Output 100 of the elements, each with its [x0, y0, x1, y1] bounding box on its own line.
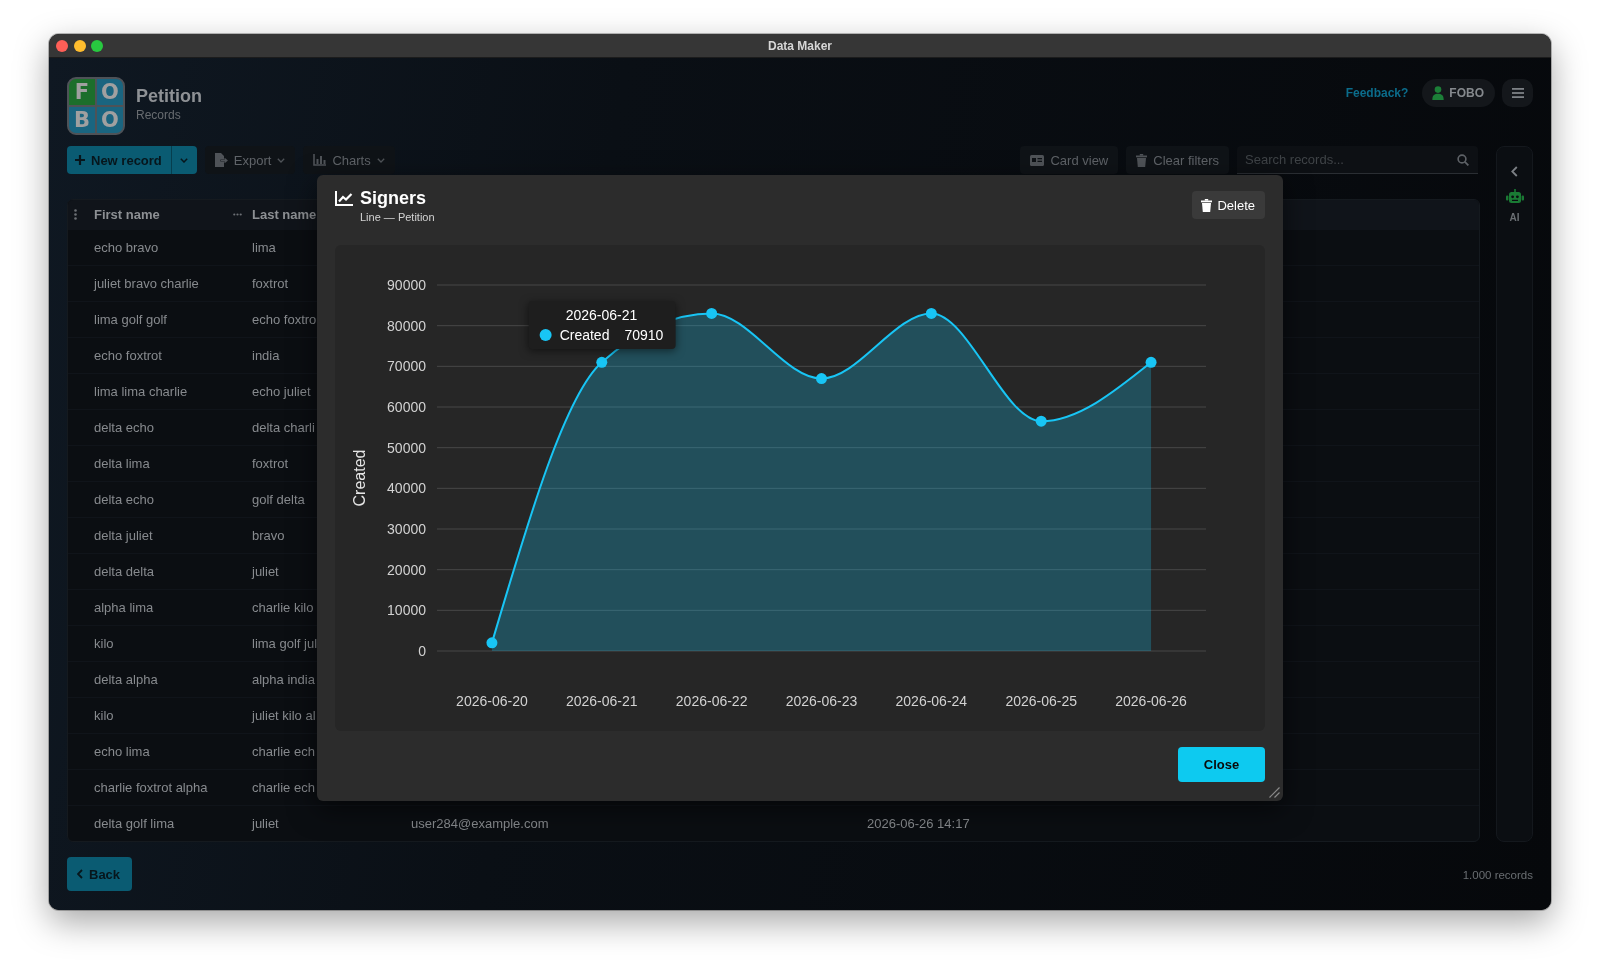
new-record-button[interactable]: New record — [67, 146, 171, 174]
logo-letter: O — [97, 79, 123, 105]
page-title: Petition — [136, 85, 202, 107]
data-point[interactable] — [925, 307, 937, 319]
logo-letter: F — [69, 79, 95, 105]
page-subtitle: Records — [136, 107, 181, 123]
data-point[interactable] — [1035, 415, 1047, 427]
y-tick-label: 70000 — [387, 358, 426, 375]
logo-letter: B — [69, 107, 95, 133]
back-button[interactable]: Back — [67, 857, 133, 891]
x-tick-label: 2026-06-26 — [1115, 693, 1187, 709]
y-tick-label: 0 — [418, 643, 426, 659]
y-axis-title: Created — [350, 449, 368, 507]
y-tick-label: 10000 — [387, 602, 426, 619]
x-tick-label: 2026-06-25 — [1005, 693, 1078, 709]
feedback-link[interactable]: Feedback? — [1345, 86, 1409, 100]
table-cell: echo juliet — [252, 384, 311, 399]
table-cell: echo lima — [94, 744, 150, 759]
y-tick-label: 30000 — [387, 521, 426, 537]
menu-icon — [1511, 88, 1524, 98]
drag-handle-icon[interactable] — [74, 209, 77, 220]
table-cell: juliet — [252, 816, 279, 831]
window-title: Data Maker — [768, 38, 832, 53]
x-tick-label: 2026-06-20 — [456, 693, 528, 709]
card-view-button[interactable]: Card view — [1020, 146, 1119, 174]
file-export-icon — [214, 153, 228, 167]
table-cell: lima golf golf — [94, 312, 167, 327]
caret-down-icon — [180, 157, 189, 163]
line-chart-icon — [335, 190, 353, 206]
table-cell: lima lima charlie — [94, 384, 188, 399]
x-tick-label: 2026-06-21 — [565, 693, 638, 709]
table-cell: charlie foxtrot alpha — [94, 780, 208, 795]
tooltip-value: 70910 — [624, 327, 664, 343]
table-cell: delta lima — [94, 456, 150, 471]
data-point[interactable] — [596, 356, 608, 368]
table-cell: juliet kilo al — [252, 708, 316, 723]
table-cell: delta charli — [252, 420, 315, 435]
data-point[interactable] — [1145, 356, 1157, 368]
window-minimize-icon[interactable] — [73, 39, 86, 52]
table-cell: foxtrot — [252, 456, 289, 471]
data-point[interactable] — [486, 637, 498, 649]
ai-label: AI — [1509, 212, 1520, 223]
resize-grip-icon[interactable] — [1269, 787, 1280, 798]
table-cell: charlie ech — [252, 744, 315, 759]
delete-button[interactable]: Delete — [1192, 191, 1265, 219]
trash-icon — [1136, 153, 1148, 167]
chevron-left-icon[interactable] — [1511, 166, 1518, 177]
y-tick-label: 80000 — [387, 317, 426, 334]
table-cell: lima golf jul — [252, 636, 318, 651]
y-tick-label: 50000 — [387, 439, 426, 456]
charts-button[interactable]: Charts — [303, 146, 395, 174]
export-button[interactable]: Export — [204, 146, 296, 174]
tooltip-title: 2026-06-21 — [565, 307, 638, 323]
robot-icon[interactable] — [1505, 189, 1524, 205]
x-tick-label: 2026-06-22 — [675, 693, 748, 709]
y-tick-label: 90000 — [387, 277, 426, 293]
table-cell: charlie ech — [252, 780, 315, 795]
data-point[interactable] — [816, 373, 827, 385]
y-tick-label: 60000 — [387, 399, 426, 415]
table-cell: kilo — [94, 636, 114, 651]
table-cell: delta echo — [94, 420, 154, 435]
table-cell: alpha india — [252, 672, 315, 687]
record-count: 1.000 records — [1462, 869, 1533, 881]
table-cell: echo foxtrot — [94, 348, 162, 363]
table-cell: golf delta — [252, 492, 305, 507]
person-icon — [1432, 86, 1445, 100]
table-cell: delta alpha — [94, 672, 158, 687]
more-icon[interactable] — [233, 213, 242, 216]
table-cell: juliet — [252, 564, 279, 579]
logo-letter: O — [97, 107, 123, 133]
menu-button[interactable] — [1502, 79, 1533, 107]
close-button[interactable]: Close — [1178, 747, 1265, 782]
user-button[interactable]: FOBO — [1422, 79, 1495, 107]
column-header[interactable]: First name — [94, 207, 160, 222]
clear-filters-button[interactable]: Clear filters — [1126, 146, 1229, 174]
table-cell: echo bravo — [94, 240, 159, 255]
chevron-left-icon — [77, 869, 83, 879]
window-zoom-icon[interactable] — [91, 39, 103, 52]
table-cell: user284@example.com — [411, 816, 549, 831]
table-cell: alpha lima — [94, 600, 154, 615]
dialog-subtitle: Line — Petition — [360, 211, 435, 223]
window-close-icon[interactable] — [56, 39, 68, 52]
table-cell: bravo — [252, 528, 285, 543]
x-tick-label: 2026-06-23 — [785, 693, 858, 709]
caret-down-icon — [376, 157, 385, 163]
caret-down-icon — [277, 157, 286, 163]
bar-chart-icon — [313, 154, 327, 166]
plus-icon — [75, 155, 85, 165]
y-tick-label: 40000 — [387, 480, 426, 497]
table-cell: foxtrot — [252, 276, 289, 291]
data-point[interactable] — [706, 307, 718, 319]
table-cell: delta echo — [94, 492, 154, 507]
column-header[interactable]: Last name — [252, 207, 317, 222]
tooltip-label: Created — [559, 327, 610, 343]
table-cell: juliet bravo charlie — [94, 276, 199, 291]
dialog-title: Signers — [360, 187, 427, 209]
x-tick-label: 2026-06-24 — [895, 693, 968, 709]
table-cell: delta delta — [94, 564, 154, 579]
search-icon — [1457, 154, 1469, 166]
table-cell: echo foxtro — [252, 312, 317, 327]
